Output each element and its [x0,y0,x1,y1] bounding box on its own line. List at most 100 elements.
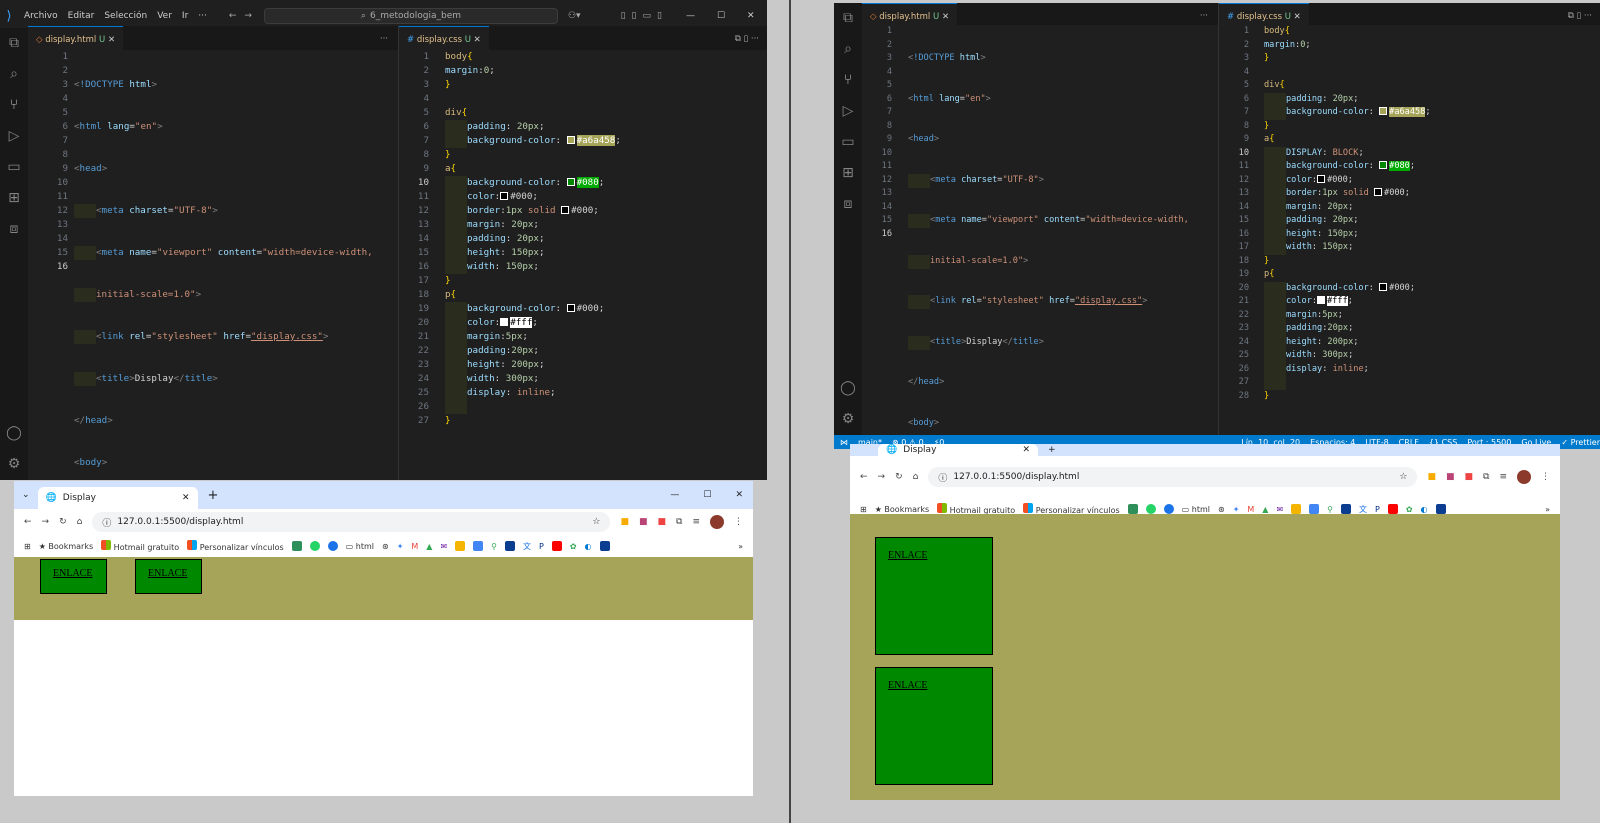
extensions-icon[interactable]: ⊞ [834,158,862,189]
more-bookmarks-icon[interactable]: » [1545,505,1550,514]
bookmark-app-icon[interactable] [1291,504,1302,514]
reload-icon[interactable]: ↻ [895,472,903,482]
explorer-icon[interactable]: ⧉ [0,28,28,59]
openai-icon[interactable]: ⊛ [1218,505,1225,514]
tab-display-html[interactable]: ◇ display.html U ✕ [28,26,124,52]
youtube-icon[interactable] [1387,504,1398,514]
bookmark-app-icon[interactable] [1127,504,1138,514]
close-window-icon[interactable]: ✕ [735,490,743,500]
more-bookmarks-icon[interactable]: » [738,542,743,551]
bookmark-app-icon[interactable]: ✿ [570,542,577,551]
bookmark-app-icon[interactable] [1341,504,1352,514]
home-icon[interactable]: ⌂ [77,517,83,527]
forward-icon[interactable]: → [42,517,50,527]
avatar[interactable] [1517,470,1531,484]
left-html-editor[interactable]: 1 2 3 4 5 6 7 8 9 10 11 12 13 14 15 16 <!DOCTYPE html> … [28,50,398,480]
back-arrow-icon[interactable]: ← [229,11,237,21]
forward-arrow-icon[interactable]: → [244,11,252,21]
copilot-icon[interactable]: ⚇▾ [568,11,581,21]
maximize-icon[interactable]: ☐ [703,490,711,500]
close-tab-icon[interactable]: ✕ [108,35,115,45]
browser-tab-display[interactable]: 🌐 Display ✕ [878,444,1038,456]
forward-icon[interactable]: → [878,472,886,482]
extensions-icon[interactable]: ⊞ [0,183,28,214]
split-editor-icon[interactable]: ⧉ ▯ ··· [735,26,759,52]
gmail-icon[interactable]: M [1247,505,1254,514]
new-tab-icon[interactable]: + [208,488,219,503]
mail-icon[interactable]: ✉ [1276,505,1283,514]
edge-icon[interactable]: ◐ [585,542,592,551]
close-tab-icon[interactable]: ✕ [1022,445,1030,455]
remote-explorer-icon[interactable]: ▭ [0,152,28,183]
extension-icon[interactable]: ■ [620,517,629,527]
extension-icon[interactable]: ■ [1427,472,1436,482]
source-control-icon[interactable]: ⑂ [834,65,862,96]
avatar[interactable] [710,515,724,529]
site-info-icon[interactable]: ⓘ [938,471,947,484]
whatsapp-icon[interactable] [1145,504,1156,514]
paypal-icon[interactable]: P [539,542,544,551]
bookmark-app-icon[interactable] [599,541,610,551]
layout-toggle-icons[interactable]: ▯▯▭▯ [621,11,668,21]
bookmark-app-icon[interactable]: ✿ [1406,505,1413,514]
maps-icon[interactable]: ⚲ [1327,505,1333,514]
reload-icon[interactable]: ↻ [59,517,67,527]
run-debug-icon[interactable]: ▷ [0,121,28,152]
apps-grid-icon[interactable]: ⊞ [860,505,867,514]
bookmark-bookmarks[interactable]: ★ Bookmarks [39,542,93,551]
media-icon[interactable]: ≡ [1499,472,1507,482]
menu-seleccion[interactable]: Selección [104,11,147,21]
paypal-icon[interactable]: P [1375,505,1380,514]
youtube-icon[interactable] [551,541,562,551]
menu-ir[interactable]: Ir [182,11,188,21]
bookmark-hotmail[interactable]: Hotmail gratuito [101,540,179,552]
maps-icon[interactable]: ⚲ [491,542,497,551]
tab-display-css[interactable]: # display.css U ✕ [399,26,489,52]
gemini-icon[interactable]: ✦ [397,542,404,551]
accounts-icon[interactable]: ◯ [834,373,862,404]
menu-kebab-icon[interactable]: ⋮ [1541,472,1550,482]
settings-gear-icon[interactable]: ⚙ [834,404,862,435]
bookmark-app-icon[interactable] [1435,504,1446,514]
openai-icon[interactable]: ⊛ [382,542,389,551]
site-info-icon[interactable]: ⓘ [102,516,111,529]
close-tab-icon[interactable]: ✕ [1294,12,1301,22]
minimize-icon[interactable]: — [670,490,679,500]
bookmark-app-icon[interactable] [1309,504,1320,514]
explorer-icon[interactable]: ⧉ [834,3,862,34]
minimize-icon[interactable]: — [686,11,695,21]
bookmark-star-icon[interactable]: ☆ [1399,472,1407,482]
drive-icon[interactable]: ▲ [1262,505,1268,514]
bookmark-personalizar[interactable]: Personalizar vínculos [187,540,284,552]
extension-icon[interactable]: ■ [1446,472,1455,482]
testing-icon[interactable]: ⧈ [0,214,28,245]
remote-explorer-icon[interactable]: ▭ [834,127,862,158]
bookmark-star-icon[interactable]: ☆ [592,517,600,527]
enlace-link-2[interactable]: ENLACE [875,667,993,785]
more-actions-icon[interactable]: ··· [380,26,388,52]
bookmark-folder-html[interactable]: ▭ html [1182,505,1210,514]
close-tab-icon[interactable]: ✕ [182,493,190,503]
gemini-icon[interactable]: ✦ [1233,505,1240,514]
translate-icon[interactable]: 文 [523,541,531,552]
search-panel-icon[interactable]: ⌕ [0,59,28,90]
apps-grid-icon[interactable]: ⊞ [24,542,31,551]
back-icon[interactable]: ← [860,472,868,482]
menu-archivo[interactable]: Archivo [24,11,58,21]
command-center-search[interactable]: ⌕ 6_metodologia_bem [263,8,558,24]
bookmark-app-icon[interactable] [473,541,484,551]
left-css-editor[interactable]: 1 2 3 4 5 6 7 8 9 10 11 12 13 14 15 16 17 18 19 20 21 22 23 24 2… [398,50,767,480]
close-window-icon[interactable]: ✕ [747,11,755,21]
home-icon[interactable]: ⌂ [913,472,919,482]
drive-icon[interactable]: ▲ [426,542,432,551]
run-debug-icon[interactable]: ▷ [834,96,862,127]
extensions-puzzle-icon[interactable]: ⧉ [1483,472,1489,482]
extension-icon[interactable]: ■ [639,517,648,527]
translate-icon[interactable]: 文 [1359,504,1367,515]
search-panel-icon[interactable]: ⌕ [834,34,862,65]
address-bar[interactable]: ⓘ 127.0.0.1:5500/display.html ☆ [92,512,611,532]
extensions-puzzle-icon[interactable]: ⧉ [676,517,682,527]
back-icon[interactable]: ← [24,517,32,527]
bookmark-app-icon[interactable] [291,541,302,551]
extension-icon[interactable]: ■ [658,517,667,527]
